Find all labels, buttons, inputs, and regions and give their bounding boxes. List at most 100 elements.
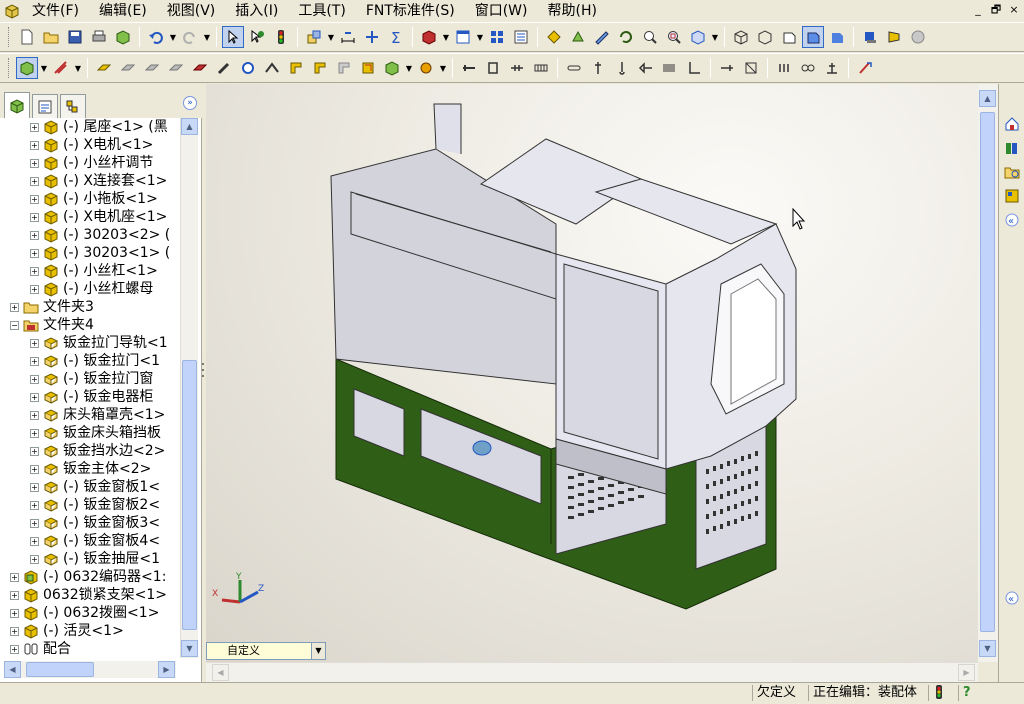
sheetmetal-unfold-icon[interactable] [189, 57, 211, 79]
assembly-features-icon[interactable] [303, 26, 325, 48]
tree-item[interactable]: + 钣金床头箱挡板 [30, 424, 161, 442]
undo-icon[interactable] [145, 26, 167, 48]
sheetmetal-fold-icon[interactable] [213, 57, 235, 79]
tool-dropdown-icon[interactable]: ▼ [404, 64, 414, 73]
sheetmetal-jog-icon[interactable] [237, 57, 259, 79]
undo-dropdown-icon[interactable]: ▼ [168, 33, 178, 42]
fastener-screw-icon[interactable] [587, 57, 609, 79]
tab-property-manager[interactable] [32, 94, 58, 118]
fastener-angle-icon[interactable] [683, 57, 705, 79]
sheetmetal-break-corner-icon[interactable] [333, 57, 355, 79]
fastener-link-icon[interactable] [797, 57, 819, 79]
tree-item[interactable]: + (-) X电机座<1> [30, 208, 167, 226]
design-library-icon[interactable] [1002, 138, 1022, 158]
menu-fnt-standard[interactable]: FNT标准件(S) [356, 0, 465, 22]
tree-item[interactable]: + (-) 30203<1> ( [30, 244, 170, 262]
tree-item[interactable]: + (-) 30203<2> ( [30, 226, 170, 244]
tree-item[interactable]: + 钣金主体<2> [30, 460, 151, 478]
sheetmetal-flatten-icon[interactable] [357, 57, 379, 79]
tree-item[interactable]: + (-) X电机<1> [30, 136, 153, 154]
sketch-icon[interactable] [591, 26, 613, 48]
component-dropdown-icon[interactable]: ▼ [39, 64, 49, 73]
tree-item[interactable]: + (-) 小拖板<1> [30, 190, 158, 208]
insert-component-icon[interactable] [418, 26, 440, 48]
tree-item[interactable]: + (-) 钣金窗板1< [30, 478, 160, 496]
sheetmetal-tool-icon[interactable] [381, 57, 403, 79]
tree-vertical-scrollbar[interactable]: ▲ ▼ [180, 118, 198, 658]
appearance-icon[interactable] [567, 26, 589, 48]
shaded-icon[interactable] [826, 26, 848, 48]
expand-icon[interactable]: + [30, 266, 39, 276]
expand-icon[interactable]: + [30, 500, 39, 510]
toolbar-grip[interactable] [8, 58, 11, 78]
assembly-dropdown-icon[interactable]: ▼ [326, 33, 336, 42]
traffic-light-icon[interactable] [270, 26, 292, 48]
tree-item[interactable]: + (-) 钣金抽屉<1 [30, 550, 160, 568]
dropdown-arrow-icon[interactable]: ▼ [311, 643, 325, 659]
open-folder-icon[interactable] [40, 26, 62, 48]
expand-icon[interactable]: + [10, 644, 19, 654]
expand-icon[interactable]: + [10, 626, 19, 636]
shaded-with-edges-icon[interactable] [802, 26, 824, 48]
smart-dimension-icon[interactable] [337, 26, 359, 48]
weld-icon[interactable] [415, 57, 437, 79]
machine-model[interactable] [206, 84, 978, 662]
zoom-area-icon[interactable] [663, 26, 685, 48]
sheetmetal-hem-icon[interactable] [165, 57, 187, 79]
sigma-icon[interactable]: Σ [385, 26, 407, 48]
scroll-right-button[interactable]: ▶ [158, 661, 175, 678]
expand-icon[interactable]: + [30, 284, 39, 294]
tree-item[interactable]: − 文件夹4 [10, 316, 94, 334]
tree-item[interactable]: + (-) 小丝杠螺母 [30, 280, 153, 298]
panel-splitter[interactable] [201, 360, 205, 380]
expand-icon[interactable]: + [30, 464, 39, 474]
expand-icon[interactable]: + [30, 212, 39, 222]
tree-item[interactable]: + (-) 钣金窗板4< [30, 532, 160, 550]
help-icon[interactable]: ? [958, 685, 980, 701]
scroll-down-button[interactable]: ▼ [181, 640, 198, 657]
taskpane-collapse-icon[interactable]: « [1002, 210, 1022, 230]
graphics-scroll-left-button[interactable]: ◀ [212, 664, 229, 681]
menu-tools[interactable]: 工具(T) [288, 0, 355, 22]
save-icon[interactable] [64, 26, 86, 48]
tree-item[interactable]: + (-) 钣金拉门<1 [30, 352, 160, 370]
print-icon[interactable] [88, 26, 110, 48]
panel-collapse-button[interactable]: » [183, 96, 197, 110]
fastener-spring-coil-icon[interactable] [659, 57, 681, 79]
expand-icon[interactable]: + [30, 176, 39, 186]
mate-dropdown-icon[interactable]: ▼ [73, 64, 83, 73]
expand-icon[interactable]: + [10, 302, 19, 312]
expand-icon[interactable]: + [30, 374, 39, 384]
sheetmetal-corner-trim-icon[interactable] [309, 57, 331, 79]
expand-icon[interactable]: + [30, 194, 39, 204]
fastener-pin-icon[interactable] [506, 57, 528, 79]
tree-item[interactable]: + 钣金拉门导轨<1 [30, 334, 168, 352]
tree-item[interactable]: + (-) 钣金窗板3< [30, 514, 160, 532]
fastener-rivet-icon[interactable] [716, 57, 738, 79]
view-palette-icon[interactable] [1002, 186, 1022, 206]
tree-item[interactable]: + 床头箱罩壳<1> [30, 406, 165, 424]
properties-icon[interactable] [510, 26, 532, 48]
design-checker-icon[interactable] [854, 57, 876, 79]
fastener-spring-icon[interactable] [530, 57, 552, 79]
menu-help[interactable]: 帮助(H) [538, 0, 607, 22]
scroll-up-button[interactable]: ▲ [181, 118, 198, 135]
menu-edit[interactable]: 编辑(E) [89, 0, 157, 22]
sheetmetal-base-flange-icon[interactable] [93, 57, 115, 79]
publish-icon[interactable] [112, 26, 134, 48]
layout-dropdown-icon[interactable]: ▼ [475, 33, 485, 42]
close-button[interactable]: × [1006, 2, 1022, 18]
graphics-scroll-down-button[interactable]: ▼ [979, 640, 996, 657]
rebuild-status-icon[interactable] [928, 685, 952, 701]
fastener-chain-icon[interactable] [773, 57, 795, 79]
weld-dropdown-icon[interactable]: ▼ [438, 64, 448, 73]
tree-item[interactable]: + (-) 钣金电器柜 [30, 388, 153, 406]
select-arrow-icon[interactable] [222, 26, 244, 48]
redo-icon[interactable] [179, 26, 201, 48]
tree-item[interactable]: + (-) 0632拨圈<1> [10, 604, 159, 622]
redo-dropdown-icon[interactable]: ▼ [202, 33, 212, 42]
tree-item[interactable]: + (-) 尾座<1> (黑 [30, 118, 168, 136]
fastener-clamp-icon[interactable] [740, 57, 762, 79]
sheetmetal-closed-corner-icon[interactable] [285, 57, 307, 79]
view-orientation-icon[interactable] [687, 26, 709, 48]
